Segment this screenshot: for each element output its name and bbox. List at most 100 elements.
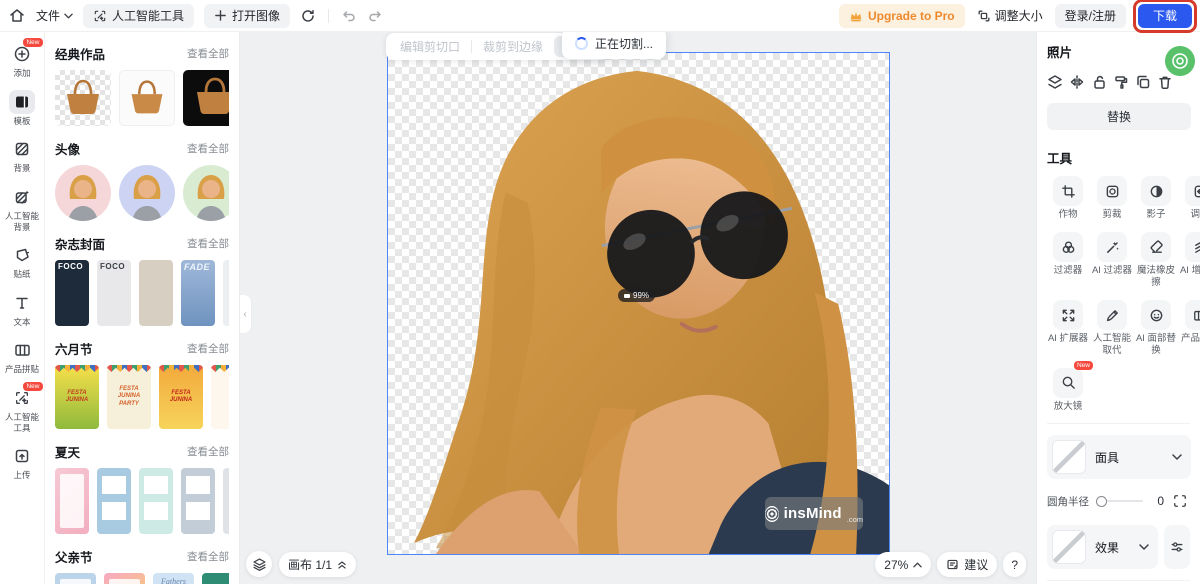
flip-horizontal-icon[interactable] <box>1069 74 1085 90</box>
template-thumb-magazine[interactable] <box>139 260 173 326</box>
view-all-link[interactable]: 查看全部 <box>187 141 229 156</box>
template-thumb-festa[interactable]: FESTA JUNINA PARTY <box>107 365 151 429</box>
resize-button[interactable]: 调整大小 <box>977 7 1043 24</box>
delete-icon[interactable] <box>1157 74 1173 90</box>
template-thumb-summer[interactable] <box>139 468 173 534</box>
template-thumb-festa[interactable] <box>211 365 229 429</box>
image-selection-frame[interactable]: 99% insMind .com <box>387 52 890 555</box>
template-thumb-dad[interactable]: Fathers <box>153 573 194 584</box>
tool-ai-replace[interactable]: 人工智能取代 <box>1091 300 1133 356</box>
format-paint-icon[interactable] <box>1113 74 1129 90</box>
resize-icon <box>977 9 991 23</box>
corner-link-icon[interactable] <box>1170 491 1190 511</box>
view-all-link[interactable]: 查看全部 <box>187 236 229 251</box>
crop-to-edge-button[interactable]: 裁剪到边缘 <box>474 38 552 55</box>
corner-radius-value: 0 <box>1152 494 1164 508</box>
download-button[interactable]: 下载 <box>1138 4 1192 28</box>
sidebar-item-background[interactable]: 背景 <box>0 137 45 174</box>
zoom-control[interactable]: 27% <box>875 552 931 577</box>
view-all-link[interactable]: 查看全部 <box>187 341 229 356</box>
template-thumb-bag-white[interactable] <box>119 70 175 126</box>
ai-tools-button[interactable]: 人工智能工具 <box>83 4 194 28</box>
duplicate-icon[interactable] <box>1135 74 1151 90</box>
photo-frame <box>109 579 140 584</box>
rail-label: 上传 <box>2 470 42 481</box>
login-button[interactable]: 登录/注册 <box>1055 4 1126 28</box>
canvas-pager[interactable]: 画布 1/1 <box>279 552 356 577</box>
corner-radius-label: 圆角半径 <box>1047 494 1089 509</box>
template-thumb-summer[interactable] <box>223 468 229 534</box>
view-all-link[interactable]: 查看全部 <box>187 46 229 61</box>
slider-knob[interactable] <box>1096 496 1107 507</box>
template-thumb-dad[interactable] <box>202 573 229 584</box>
open-image-button[interactable]: 打开图像 <box>204 4 290 28</box>
corner-radius-slider[interactable] <box>1096 500 1143 502</box>
redo-icon[interactable] <box>367 8 383 24</box>
template-thumb-bag-transparent[interactable] <box>55 70 111 126</box>
help-button[interactable]: ? <box>1003 552 1026 577</box>
template-thumb-dad[interactable] <box>104 573 145 584</box>
sidebar-item-templates[interactable]: 模板 <box>0 90 45 127</box>
sidebar-item-ai-tools[interactable]: New 人工智能工具 <box>0 386 45 433</box>
template-thumb-magazine[interactable] <box>223 260 229 326</box>
effects-settings-button[interactable] <box>1164 525 1190 569</box>
mask-dropdown[interactable]: 面具 <box>1047 435 1191 479</box>
view-all-link[interactable]: 查看全部 <box>187 549 229 564</box>
sidebar-item-ai-background[interactable]: 人工智能背景 <box>0 185 45 232</box>
effects-none-thumb <box>1052 530 1086 564</box>
sidebar-item-add[interactable]: New 添加 <box>0 42 45 79</box>
undo-icon[interactable] <box>341 8 357 24</box>
home-icon[interactable] <box>8 7 26 25</box>
suggest-button[interactable]: 建议 <box>937 552 997 577</box>
template-thumb-summer[interactable] <box>181 468 215 534</box>
festa-title: FESTA JUNINA PARTY <box>107 386 151 409</box>
sidebar-item-product-collage[interactable]: 产品拼贴 <box>0 338 45 375</box>
upgrade-pro-button[interactable]: Upgrade to Pro <box>839 4 965 28</box>
replace-button[interactable]: 替换 <box>1047 103 1191 130</box>
template-thumb-avatar[interactable] <box>119 165 175 221</box>
template-thumb-festa[interactable]: FESTA JUNINA <box>159 365 203 429</box>
tool-adjust[interactable]: 调整 <box>1179 176 1200 220</box>
template-thumb-magazine[interactable]: FOCO <box>97 260 131 326</box>
template-thumb-magazine[interactable]: FADE <box>181 260 215 326</box>
watermark-brand: insMind <box>784 505 842 522</box>
sidebar-item-text[interactable]: 文本 <box>0 291 45 328</box>
tool-magic-eraser[interactable]: 魔法橡皮擦 <box>1135 232 1177 288</box>
sidebar-item-stickers[interactable]: 贴纸 <box>0 243 45 280</box>
sidebar-item-upload[interactable]: 上传 <box>0 444 45 481</box>
tool-magnifier[interactable]: New 放大镜 <box>1047 368 1089 412</box>
tool-cutout[interactable]: 剪裁 <box>1091 176 1133 220</box>
template-thumb-bag-black[interactable] <box>183 70 229 126</box>
tool-ai-enhancer[interactable]: AI 增强器 <box>1179 232 1200 288</box>
divider <box>328 9 329 23</box>
template-thumb-summer[interactable] <box>97 468 131 534</box>
insmind-avatar-icon <box>1170 51 1190 71</box>
template-thumb-avatar[interactable] <box>183 165 229 221</box>
layers-button[interactable] <box>246 551 272 577</box>
tool-shadow[interactable]: 影子 <box>1135 176 1177 220</box>
avatar[interactable] <box>1165 46 1195 76</box>
layer-blend-icon[interactable] <box>1047 74 1063 90</box>
chevron-down-icon <box>64 13 73 19</box>
sync-icon[interactable] <box>300 8 316 24</box>
tool-label: 影子 <box>1135 209 1177 220</box>
new-badge: New <box>23 382 42 391</box>
edit-cutout-button[interactable]: 编辑剪切口 <box>391 38 469 55</box>
view-all-link[interactable]: 查看全部 <box>187 444 229 459</box>
tool-product-collage[interactable]: 产品拼贴 <box>1179 300 1200 356</box>
file-menu[interactable]: 文件 <box>36 7 73 24</box>
template-thumb-avatar[interactable] <box>55 165 111 221</box>
panel-collapse-handle[interactable]: ‹ <box>239 294 252 334</box>
template-thumb-summer[interactable] <box>55 468 89 534</box>
ai-background-icon <box>9 185 35 209</box>
tool-ai-expander[interactable]: AI 扩展器 <box>1047 300 1089 356</box>
unlock-icon[interactable] <box>1091 74 1107 90</box>
template-thumb-magazine[interactable]: FOCO <box>55 260 89 326</box>
tool-ai-filter[interactable]: AI 过滤器 <box>1091 232 1133 288</box>
tool-filter[interactable]: 过滤器 <box>1047 232 1089 288</box>
template-thumb-dad[interactable] <box>55 573 96 584</box>
tool-ai-face-swap[interactable]: AI 面部替换 <box>1135 300 1177 356</box>
template-thumb-festa[interactable]: FESTA JUNINA <box>55 365 99 429</box>
tool-crop[interactable]: 作物 <box>1047 176 1089 220</box>
effects-dropdown[interactable]: 效果 <box>1047 525 1158 569</box>
